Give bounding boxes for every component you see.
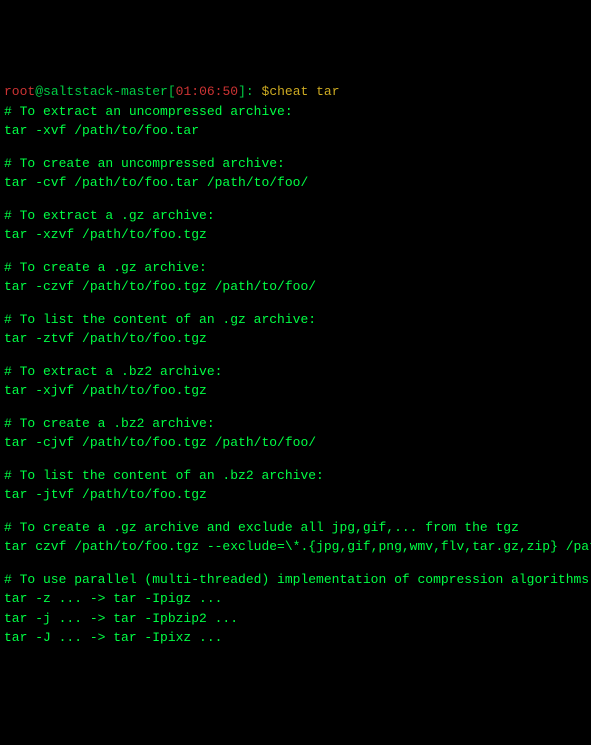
comment-line: # To use parallel (multi-threaded) imple… — [4, 570, 587, 590]
comment-line: # To extract a .gz archive: — [4, 206, 587, 226]
blank-line — [4, 557, 587, 570]
cmd-line: tar -ztvf /path/to/foo.tgz — [4, 329, 587, 349]
comment-line: # To create an uncompressed archive: — [4, 154, 587, 174]
prompt-at: @ — [35, 84, 43, 99]
cmd-line: tar -z ... -> tar -Ipigz ... — [4, 589, 587, 609]
typed-command: cheat tar — [269, 84, 339, 99]
cmd-line: tar -cjvf /path/to/foo.tgz /path/to/foo/ — [4, 433, 587, 453]
comment-line: # To extract an uncompressed archive: — [4, 102, 587, 122]
cmd-line: tar -xvf /path/to/foo.tar — [4, 121, 587, 141]
comment-line: # To create a .gz archive: — [4, 258, 587, 278]
blank-line — [4, 193, 587, 206]
cmd-line: tar -cvf /path/to/foo.tar /path/to/foo/ — [4, 173, 587, 193]
terminal-output: root@saltstack-master[01:06:50]: $cheat … — [4, 82, 587, 648]
blank-line — [4, 141, 587, 154]
comment-line: # To list the content of an .bz2 archive… — [4, 466, 587, 486]
comment-line: # To list the content of an .gz archive: — [4, 310, 587, 330]
cmd-line: tar -xzvf /path/to/foo.tgz — [4, 225, 587, 245]
prompt-host: saltstack-master — [43, 84, 168, 99]
prompt-lb: [ — [168, 84, 176, 99]
cmd-line: tar -xjvf /path/to/foo.tgz — [4, 381, 587, 401]
cmd-line: tar -jtvf /path/to/foo.tgz — [4, 485, 587, 505]
cmd-line: tar -j ... -> tar -Ipbzip2 ... — [4, 609, 587, 629]
prompt-rb: ] — [238, 84, 246, 99]
comment-line: # To extract a .bz2 archive: — [4, 362, 587, 382]
cmd-line: tar czvf /path/to/foo.tgz --exclude=\*.{… — [4, 537, 587, 557]
blank-line — [4, 401, 587, 414]
prompt-user: root — [4, 84, 35, 99]
prompt-time: 01:06:50 — [176, 84, 238, 99]
cmd-line: tar -czvf /path/to/foo.tgz /path/to/foo/ — [4, 277, 587, 297]
blank-line — [4, 505, 587, 518]
blank-line — [4, 453, 587, 466]
prompt-tail: : — [246, 84, 262, 99]
blank-line — [4, 349, 587, 362]
comment-line: # To create a .bz2 archive: — [4, 414, 587, 434]
blank-line — [4, 297, 587, 310]
prompt-line[interactable]: root@saltstack-master[01:06:50]: $cheat … — [4, 82, 587, 102]
comment-line: # To create a .gz archive and exclude al… — [4, 518, 587, 538]
blank-line — [4, 245, 587, 258]
cmd-line: tar -J ... -> tar -Ipixz ... — [4, 628, 587, 648]
